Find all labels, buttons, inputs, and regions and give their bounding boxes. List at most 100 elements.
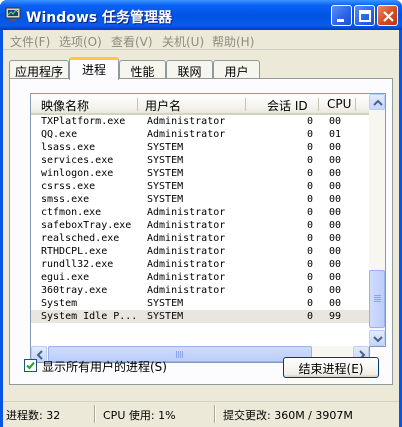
process-session-id: 0 <box>306 168 313 179</box>
process-row[interactable]: ctfmon.exe Administrator 0 00 <box>31 206 369 219</box>
scroll-down-button[interactable] <box>369 330 385 346</box>
menu-shutdown[interactable]: 关机(U) <box>162 33 204 50</box>
process-name: csrss.exe <box>41 181 96 192</box>
process-row[interactable]: egui.exe Administrator 0 00 <box>31 271 369 284</box>
column-user-name[interactable]: 用户名 <box>145 97 181 114</box>
process-cpu: 00 <box>329 116 342 127</box>
process-cpu: 00 <box>329 168 342 179</box>
process-user: SYSTEM <box>147 194 184 205</box>
process-user: Administrator <box>147 285 226 296</box>
process-row[interactable]: System SYSTEM 0 00 <box>31 297 369 310</box>
process-user: SYSTEM <box>147 181 184 192</box>
status-cpu-usage: CPU 使用: 1% <box>103 409 176 422</box>
task-manager-window: Windows 任务管理器 文件(F) 选项(O) 查看(V) 关机(U) 帮助… <box>0 0 402 427</box>
process-user: SYSTEM <box>147 311 184 322</box>
column-divider[interactable] <box>137 98 138 111</box>
tab-performance[interactable]: 性能 <box>119 60 166 79</box>
process-row[interactable]: services.exe SYSTEM 0 00 <box>31 154 369 167</box>
close-button[interactable] <box>377 5 398 26</box>
tab-users[interactable]: 用户 <box>213 60 260 79</box>
minimize-button[interactable] <box>331 5 352 26</box>
process-row[interactable]: 360tray.exe Administrator 0 00 <box>31 284 369 297</box>
process-row[interactable]: realsched.exe Administrator 0 00 <box>31 232 369 245</box>
title-bar[interactable]: Windows 任务管理器 <box>0 0 402 30</box>
status-divider <box>94 405 96 423</box>
process-row[interactable]: smss.exe SYSTEM 0 00 <box>31 193 369 206</box>
menu-options[interactable]: 选项(O) <box>59 33 102 50</box>
process-name: 360tray.exe <box>41 285 108 296</box>
process-row[interactable]: rundll32.exe Administrator 0 00 <box>31 258 369 271</box>
process-name: ctfmon.exe <box>41 207 102 218</box>
task-manager-icon <box>5 7 21 23</box>
status-divider <box>214 405 216 423</box>
process-list[interactable]: 映像名称 用户名 会话 ID CPU TXPlatform.exe Adminis… <box>30 93 370 347</box>
process-name: smss.exe <box>41 194 90 205</box>
column-divider[interactable] <box>245 98 246 111</box>
process-cpu: 00 <box>329 220 342 231</box>
menu-view[interactable]: 查看(V) <box>111 33 153 50</box>
process-user: Administrator <box>147 259 226 270</box>
process-session-id: 0 <box>306 155 313 166</box>
process-rows: TXPlatform.exe Administrator 0 00 QQ.exe Admi… <box>31 115 369 323</box>
column-session-id[interactable]: 会话 ID <box>267 97 308 114</box>
process-name: RTHDCPL.exe <box>41 246 108 257</box>
process-session-id: 0 <box>306 311 313 322</box>
process-user: Administrator <box>147 129 226 140</box>
minimize-icon <box>337 19 344 22</box>
process-row[interactable]: System Idle P... SYSTEM 0 99 <box>31 310 369 323</box>
process-name: QQ.exe <box>41 129 78 140</box>
column-image-name[interactable]: 映像名称 <box>41 97 89 114</box>
process-session-id: 0 <box>306 272 313 283</box>
column-divider[interactable] <box>318 98 319 111</box>
show-all-users-checkbox[interactable] <box>24 359 37 372</box>
end-process-button[interactable]: 结束进程(E) <box>283 357 379 378</box>
menu-help[interactable]: 帮助(H) <box>212 33 254 50</box>
process-row[interactable]: csrss.exe SYSTEM 0 00 <box>31 180 369 193</box>
chevron-down-icon <box>373 336 383 343</box>
column-cpu[interactable]: CPU <box>327 97 351 111</box>
show-all-users-label[interactable]: 显示所有用户的进程(S) <box>42 358 167 375</box>
process-row[interactable]: safeboxTray.exe Administrator 0 00 <box>31 219 369 232</box>
maximize-button[interactable] <box>354 5 375 26</box>
process-row[interactable]: winlogon.exe SYSTEM 0 00 <box>31 167 369 180</box>
process-user: SYSTEM <box>147 155 184 166</box>
tab-networking[interactable]: 联网 <box>166 60 213 79</box>
menu-bar: 文件(F) 选项(O) 查看(V) 关机(U) 帮助(H) <box>3 30 399 50</box>
process-cpu: 00 <box>329 246 342 257</box>
process-user: SYSTEM <box>147 298 184 309</box>
menu-file[interactable]: 文件(F) <box>10 33 50 50</box>
process-session-id: 0 <box>306 181 313 192</box>
process-name: System Idle P... <box>41 311 138 322</box>
process-cpu: 00 <box>329 155 342 166</box>
process-user: SYSTEM <box>147 142 184 153</box>
process-name: safeboxTray.exe <box>41 220 132 231</box>
process-cpu: 00 <box>329 285 342 296</box>
tab-processes[interactable]: 进程 <box>69 57 119 80</box>
process-session-id: 0 <box>306 233 313 244</box>
process-name: realsched.exe <box>41 233 120 244</box>
process-name: System <box>41 298 78 309</box>
status-bar: 进程数: 32 CPU 使用: 1% 提交更改: 360M / 3907M <box>3 401 399 427</box>
column-divider[interactable] <box>355 98 356 111</box>
process-row[interactable]: TXPlatform.exe Administrator 0 00 <box>31 115 369 128</box>
process-session-id: 0 <box>306 116 313 127</box>
vertical-scroll-thumb[interactable] <box>369 270 385 328</box>
window-client: 文件(F) 选项(O) 查看(V) 关机(U) 帮助(H) 应用程序 进程 性能… <box>3 30 399 427</box>
process-user: Administrator <box>147 116 226 127</box>
process-row[interactable]: lsass.exe SYSTEM 0 00 <box>31 141 369 154</box>
process-user: Administrator <box>147 233 226 244</box>
status-process-count: 进程数: 32 <box>6 409 61 422</box>
tab-applications[interactable]: 应用程序 <box>9 60 69 79</box>
process-session-id: 0 <box>306 259 313 270</box>
process-cpu: 00 <box>329 272 342 283</box>
process-row[interactable]: RTHDCPL.exe Administrator 0 00 <box>31 245 369 258</box>
process-user: SYSTEM <box>147 168 184 179</box>
process-name: winlogon.exe <box>41 168 114 179</box>
process-user: Administrator <box>147 207 226 218</box>
vertical-scrollbar[interactable] <box>369 93 386 347</box>
window-title: Windows 任务管理器 <box>26 10 172 26</box>
process-user: Administrator <box>147 246 226 257</box>
process-name: services.exe <box>41 155 114 166</box>
process-row[interactable]: QQ.exe Administrator 0 01 <box>31 128 369 141</box>
scroll-up-button[interactable] <box>369 94 385 110</box>
